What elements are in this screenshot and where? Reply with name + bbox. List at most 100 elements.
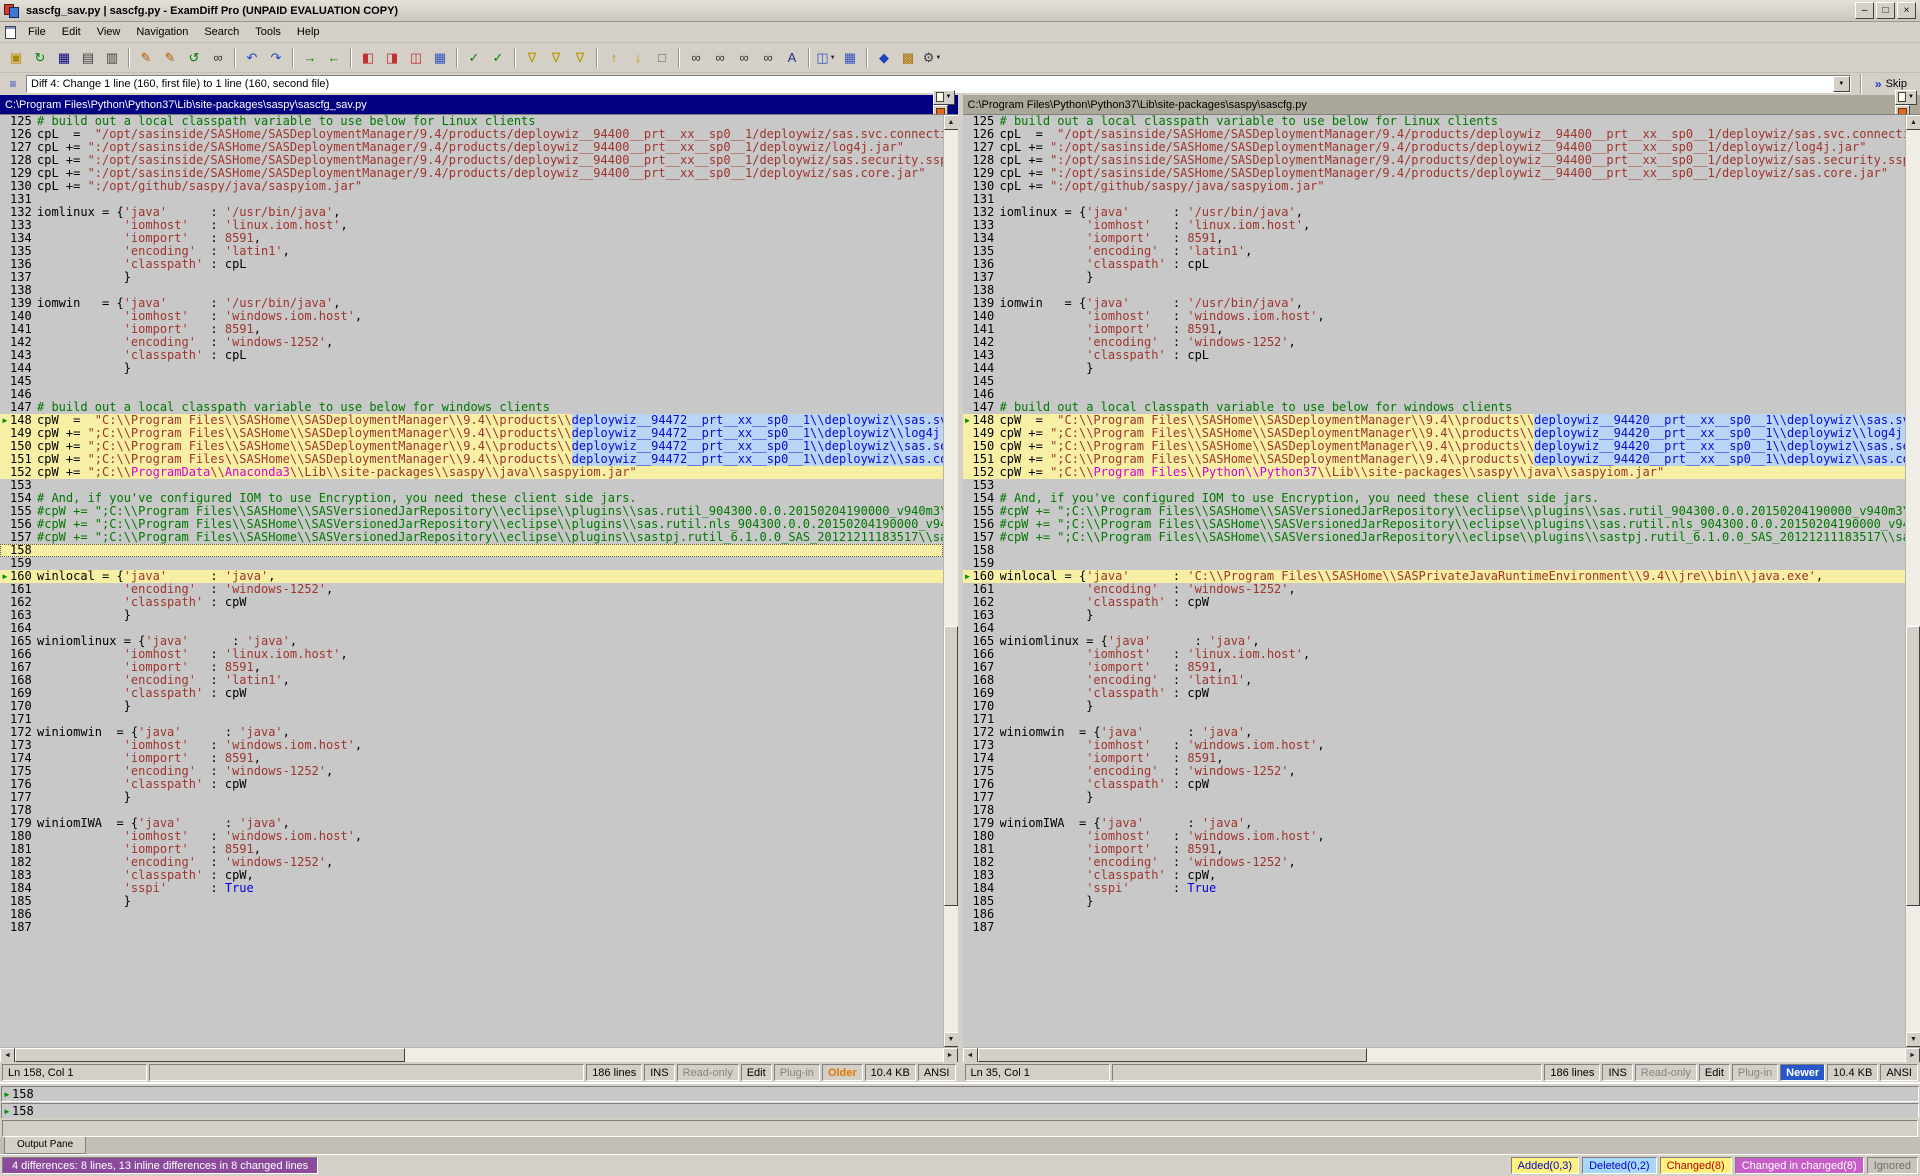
code-line[interactable]: 163 } — [963, 609, 1906, 622]
status-badge[interactable]: Changed(8) — [1660, 1157, 1732, 1174]
code-line[interactable]: 159 — [0, 557, 943, 570]
status-badge[interactable]: Ignored — [1867, 1157, 1918, 1174]
code-line[interactable]: 149cpW += ";C:\\Program Files\\SASHome\\… — [963, 427, 1906, 440]
next-difference-button[interactable]: → — [298, 46, 322, 69]
code-line[interactable]: 127cpL += ":/opt/sasinside/SASHome/SASDe… — [0, 141, 943, 154]
left-vertical-scrollbar[interactable]: ▲ ▼ — [943, 115, 958, 1047]
ignore-options-button[interactable]: ▩ — [896, 46, 920, 69]
statistics-button[interactable]: ▦ — [838, 46, 862, 69]
copy-button[interactable]: ▥ — [100, 46, 124, 69]
menu-tools[interactable]: Tools — [247, 23, 289, 41]
code-line[interactable]: 158 — [0, 544, 943, 557]
code-line[interactable]: 158 — [963, 544, 1906, 557]
next-change-button[interactable]: ↓ — [626, 46, 650, 69]
redo-button[interactable]: ↷ — [264, 46, 288, 69]
code-line[interactable]: 144 } — [0, 362, 943, 375]
code-line[interactable]: ►148cpW = "C:\\Program Files\\SASHome\\S… — [963, 414, 1906, 427]
code-line[interactable]: 161 'encoding' : 'windows-1252', — [963, 583, 1906, 596]
code-line[interactable]: 172winiomwin = {'java' : 'java', — [963, 726, 1906, 739]
code-line[interactable]: 179winiomIWA = {'java' : 'java', — [0, 817, 943, 830]
code-line[interactable]: 170 } — [0, 700, 943, 713]
scrollbar-thumb[interactable] — [944, 626, 958, 906]
code-line[interactable]: 178 — [963, 804, 1906, 817]
search-button[interactable]: ∞ — [206, 46, 230, 69]
menu-search[interactable]: Search — [196, 23, 247, 41]
code-line[interactable]: 129cpL += ":/opt/sasinside/SASHome/SASDe… — [963, 167, 1906, 180]
code-line[interactable]: 185 } — [0, 895, 943, 908]
edit-indicator[interactable]: Edit — [741, 1064, 772, 1081]
plugins-button[interactable]: ◆ — [872, 46, 896, 69]
code-line[interactable]: 139iomwin = {'java' : '/usr/bin/java', — [963, 297, 1906, 310]
code-line[interactable]: 163 } — [0, 609, 943, 622]
code-line[interactable]: 164 — [0, 622, 943, 635]
code-line[interactable]: ►160winlocal = {'java' : 'C:\\Program Fi… — [963, 570, 1906, 583]
document-icon[interactable] — [5, 26, 16, 39]
code-line[interactable]: 152cpW += ";C:\\ProgramData\\Anaconda3\\… — [0, 466, 943, 479]
code-line[interactable]: 130cpL += ":/opt/github/saspy/java/saspy… — [0, 180, 943, 193]
code-line[interactable]: 135 'encoding' : 'latin1', — [0, 245, 943, 258]
code-line[interactable]: 144 } — [963, 362, 1906, 375]
show-first-file-button[interactable]: ◧ — [356, 46, 380, 69]
current-diff-line-first-file[interactable]: ► 158 — [1, 1086, 1919, 1102]
scrollbar-thumb[interactable] — [978, 1048, 1368, 1062]
skip-button[interactable]: » Skip — [1871, 78, 1915, 90]
code-line[interactable]: 155#cpW += ";C:\\Program Files\\SASHome\… — [963, 505, 1906, 518]
match-case-button[interactable]: A — [780, 46, 804, 69]
code-line[interactable]: 154# And, if you've configured IOM to us… — [963, 492, 1906, 505]
print-button[interactable]: ▤ — [76, 46, 100, 69]
right-open-file-button[interactable]: ▼ — [1895, 90, 1917, 105]
code-line[interactable]: 183 'classpath' : cpW, — [963, 869, 1906, 882]
code-line[interactable]: 151cpW += ";C:\\Program Files\\SASHome\\… — [963, 453, 1906, 466]
current-diff-line-second-file[interactable]: ► 158 — [1, 1103, 1919, 1119]
code-line[interactable]: 128cpL += ":/opt/sasinside/SASHome/SASDe… — [0, 154, 943, 167]
code-line[interactable]: 145 — [963, 375, 1906, 388]
code-line[interactable]: 159 — [963, 557, 1906, 570]
code-line[interactable]: 184 'sspi' : True — [963, 882, 1906, 895]
diff-list-icon[interactable]: ≡ — [5, 77, 21, 92]
output-pane-tab[interactable]: Output Pane — [4, 1137, 86, 1154]
insert-mode-indicator[interactable]: INS — [1602, 1064, 1632, 1081]
scroll-down-button[interactable]: ▼ — [944, 1032, 959, 1047]
code-line[interactable]: 168 'encoding' : 'latin1', — [963, 674, 1906, 687]
plugin-indicator[interactable]: Plug-in — [1732, 1064, 1778, 1081]
filter-button[interactable]: ∇ — [520, 46, 544, 69]
code-line[interactable]: 169 'classpath' : cpW — [0, 687, 943, 700]
code-line[interactable]: 151cpW += ";C:\\Program Files\\SASHome\\… — [0, 453, 943, 466]
code-line[interactable]: 147# build out a local classpath variabl… — [963, 401, 1906, 414]
code-line[interactable]: 156#cpW += ";C:\\Program Files\\SASHome\… — [0, 518, 943, 531]
code-line[interactable]: 154# And, if you've configured IOM to us… — [0, 492, 943, 505]
scroll-left-button[interactable]: ◄ — [0, 1048, 15, 1063]
code-line[interactable]: 162 'classpath' : cpW — [963, 596, 1906, 609]
show-whitespace-button[interactable]: ✓ — [486, 46, 510, 69]
code-line[interactable]: 136 'classpath' : cpL — [0, 258, 943, 271]
code-line[interactable]: 133 'iomhost' : 'linux.iom.host', — [963, 219, 1906, 232]
code-line[interactable]: 125# build out a local classpath variabl… — [0, 115, 943, 128]
insert-mode-indicator[interactable]: INS — [644, 1064, 674, 1081]
titlebar[interactable]: sascfg_sav.py | sascfg.py - ExamDiff Pro… — [0, 0, 1920, 22]
code-line[interactable]: 146 — [963, 388, 1906, 401]
code-line[interactable]: 173 'iomhost' : 'windows.iom.host', — [963, 739, 1906, 752]
show-both-files-button[interactable]: ◫ — [404, 46, 428, 69]
code-line[interactable]: 161 'encoding' : 'windows-1252', — [0, 583, 943, 596]
code-line[interactable]: 134 'iomport' : 8591, — [0, 232, 943, 245]
right-vertical-scrollbar[interactable]: ▲ ▼ — [1905, 115, 1920, 1047]
scrollbar-thumb[interactable] — [1906, 626, 1920, 906]
code-line[interactable]: 141 'iomport' : 8591, — [963, 323, 1906, 336]
code-line[interactable]: 129cpL += ":/opt/sasinside/SASHome/SASDe… — [0, 167, 943, 180]
code-line[interactable]: 140 'iomhost' : 'windows.iom.host', — [963, 310, 1906, 323]
code-line[interactable]: 172winiomwin = {'java' : 'java', — [0, 726, 943, 739]
code-line[interactable]: 153 — [0, 479, 943, 492]
edit-first-file-button[interactable]: ✎ — [134, 46, 158, 69]
code-line[interactable]: 142 'encoding' : 'windows-1252', — [0, 336, 943, 349]
code-line[interactable]: 140 'iomhost' : 'windows.iom.host', — [0, 310, 943, 323]
code-line[interactable]: 171 — [963, 713, 1906, 726]
find-last-diff-button[interactable]: ∞ — [756, 46, 780, 69]
code-line[interactable]: 187 — [963, 921, 1906, 934]
code-line[interactable]: 184 'sspi' : True — [0, 882, 943, 895]
menu-help[interactable]: Help — [289, 23, 328, 41]
code-line[interactable]: 175 'encoding' : 'windows-1252', — [963, 765, 1906, 778]
code-line[interactable]: 180 'iomhost' : 'windows.iom.host', — [963, 830, 1906, 843]
edit-indicator[interactable]: Edit — [1699, 1064, 1730, 1081]
code-line[interactable]: 133 'iomhost' : 'linux.iom.host', — [0, 219, 943, 232]
find-first-diff-button[interactable]: ∞ — [684, 46, 708, 69]
